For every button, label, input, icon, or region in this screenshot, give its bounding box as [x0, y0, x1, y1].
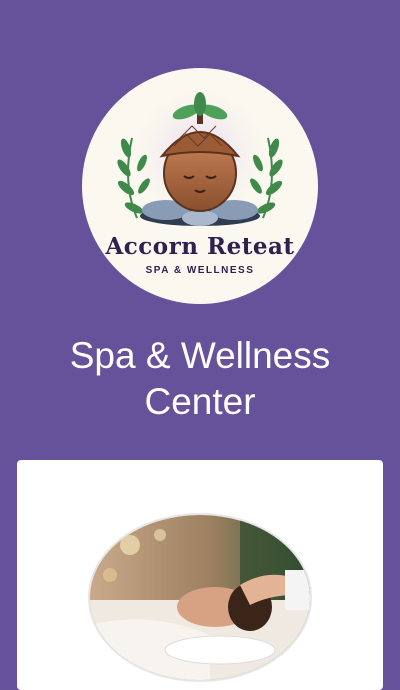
- facial-massage-photo: [90, 515, 310, 680]
- page-title: Spa & Wellness Center: [69, 335, 331, 422]
- brand-name: Accorn Reteat: [105, 233, 295, 260]
- brand-tagline: SPA & WELLNESS: [145, 265, 255, 276]
- facial-massage-photo-icon: [90, 515, 310, 680]
- brand-logo: Accorn Reteat SPA & WELLNESS: [82, 68, 318, 304]
